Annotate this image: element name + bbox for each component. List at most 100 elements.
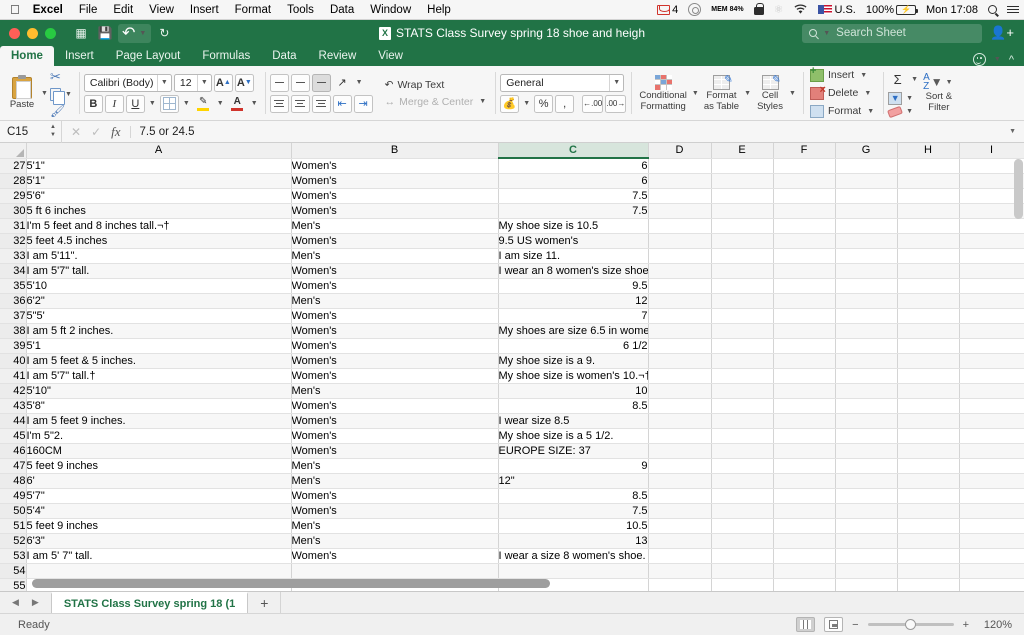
row-header[interactable]: 33	[0, 248, 27, 264]
cell-column-c[interactable]: 6 1/2	[497, 338, 649, 354]
cell-column-a[interactable]: 5"5'	[26, 308, 292, 324]
cell-column-c[interactable]: I wear a size 8 women's shoe.	[497, 548, 649, 564]
cell-column-h[interactable]	[897, 308, 960, 324]
cell-column-e[interactable]	[711, 293, 774, 309]
cell-column-a[interactable]: 6'3"	[26, 533, 292, 549]
table-row[interactable]: 53 I am 5' 7" tall. Women's I wear a size 8…	[0, 548, 1024, 564]
cut-scissors-icon[interactable]: ✂	[50, 69, 61, 85]
cell-column-g[interactable]	[835, 218, 898, 234]
cell-column-h[interactable]	[897, 173, 960, 189]
menu-format[interactable]: Format	[227, 4, 279, 16]
table-row[interactable]: 48 6' Men's 12"	[0, 473, 1024, 489]
table-row[interactable]: 54	[0, 563, 1024, 579]
cell-styles-caret[interactable]: ▼	[787, 90, 798, 97]
cell-column-a[interactable]: 5'1	[26, 338, 292, 354]
page-layout-view-button[interactable]	[824, 617, 844, 632]
notification-center-icon[interactable]	[1002, 5, 1024, 14]
conditional-formatting-button[interactable]: Conditional Formatting	[636, 74, 690, 113]
select-all-corner[interactable]	[0, 143, 27, 159]
table-row[interactable]: 40 I am 5 feet & 5 inches. Women's My shoe …	[0, 353, 1024, 369]
cell-column-b[interactable]: Women's	[291, 323, 499, 339]
bold-button[interactable]: B	[83, 94, 103, 113]
column-header-i[interactable]: I	[959, 143, 1024, 159]
paste-button[interactable]: Paste	[5, 74, 39, 111]
cell-column-f[interactable]	[773, 443, 836, 459]
cell-column-d[interactable]	[648, 383, 712, 399]
cell-column-b[interactable]: Women's	[291, 158, 499, 174]
tab-data[interactable]: Data	[261, 46, 307, 66]
name-box[interactable]: C15 ▲ ▼	[0, 120, 62, 143]
cell-column-b[interactable]: Men's	[291, 218, 499, 234]
tab-page-layout[interactable]: Page Layout	[105, 46, 192, 66]
cell-column-a[interactable]: 5'6"	[26, 188, 292, 204]
cell-column-d[interactable]	[648, 443, 712, 459]
cell-column-b[interactable]: Women's	[291, 443, 499, 459]
increase-font-size-button[interactable]: A ▲	[213, 73, 233, 92]
cell-column-e[interactable]	[711, 368, 774, 384]
merge-center-caret[interactable]: ▼	[477, 98, 488, 105]
font-color-button[interactable]: A	[228, 95, 247, 113]
table-row[interactable]: 45 I'm 5"2. Women's My shoe size is a 5 1/2…	[0, 428, 1024, 444]
cell-column-h[interactable]	[897, 488, 960, 504]
sheet-tab-active[interactable]: STATS Class Survey spring 18 (1	[50, 592, 249, 613]
cell-column-e[interactable]	[711, 473, 774, 489]
cell-column-f[interactable]	[773, 548, 836, 564]
cell-column-i[interactable]	[959, 308, 1024, 324]
cell-column-g[interactable]	[835, 578, 898, 591]
row-header[interactable]: 32	[0, 233, 27, 249]
percent-format-button[interactable]: %	[534, 94, 554, 113]
copy-icon[interactable]	[49, 87, 66, 105]
cell-column-d[interactable]	[648, 323, 712, 339]
cell-column-g[interactable]	[835, 383, 898, 399]
decrease-indent-button[interactable]: ⇤	[332, 94, 352, 113]
cell-column-g[interactable]	[835, 518, 898, 534]
add-sheet-button[interactable]: +	[248, 592, 282, 613]
cell-column-e[interactable]	[711, 458, 774, 474]
cell-column-b[interactable]: Women's	[291, 368, 499, 384]
cell-column-d[interactable]	[648, 518, 712, 534]
cell-column-g[interactable]	[835, 233, 898, 249]
sort-filter-button[interactable]: AZ ▼ ▼ Sort & Filter	[920, 72, 958, 114]
cell-column-d[interactable]	[648, 308, 712, 324]
cell-column-c[interactable]: My shoe size is a 9.	[497, 353, 649, 369]
cell-column-a[interactable]: 5'4"	[26, 503, 292, 519]
cell-column-b[interactable]: Men's	[291, 293, 499, 309]
row-header[interactable]: 31	[0, 218, 27, 234]
cell-column-e[interactable]	[711, 548, 774, 564]
cell-column-c[interactable]: 8.5	[497, 398, 649, 414]
cell-column-c[interactable]: My shoe size is 10.5	[497, 218, 649, 234]
cell-column-h[interactable]	[897, 353, 960, 369]
cell-column-h[interactable]	[897, 533, 960, 549]
cell-column-i[interactable]	[959, 218, 1024, 234]
cell-column-f[interactable]	[773, 578, 836, 591]
horizontal-scrollbar[interactable]	[32, 579, 550, 588]
cell-column-d[interactable]	[648, 428, 712, 444]
cell-column-i[interactable]	[959, 293, 1024, 309]
table-row[interactable]: 32 5 feet 4.5 inches Women's 9.5 US women's	[0, 233, 1024, 249]
italic-button[interactable]: I	[104, 94, 124, 113]
mail-status-item[interactable]: 4	[652, 4, 683, 16]
row-header[interactable]: 52	[0, 533, 27, 549]
cell-column-c[interactable]: EUROPE SIZE: 37	[497, 443, 649, 459]
cell-column-f[interactable]	[773, 188, 836, 204]
cell-column-a[interactable]: I am 5 ft 2 inches.	[26, 323, 292, 339]
table-row[interactable]: 27 5'1" Women's 6	[0, 158, 1024, 174]
cell-column-i[interactable]	[959, 278, 1024, 294]
cell-column-f[interactable]	[773, 278, 836, 294]
cell-column-a[interactable]: 5'10	[26, 278, 292, 294]
cell-column-c[interactable]: 10.5	[497, 518, 649, 534]
cell-column-c[interactable]: 7.5	[497, 188, 649, 204]
row-header[interactable]: 29	[0, 188, 27, 204]
cell-column-g[interactable]	[835, 428, 898, 444]
cell-column-c[interactable]: 13	[497, 533, 649, 549]
table-row[interactable]: 49 5'7" Women's 8.5	[0, 488, 1024, 504]
cell-column-i[interactable]	[959, 488, 1024, 504]
fill-caret[interactable]: ▼	[904, 95, 915, 102]
cell-column-g[interactable]	[835, 548, 898, 564]
spotlight-search-icon[interactable]	[983, 5, 1002, 14]
cell-column-e[interactable]	[711, 398, 774, 414]
cell-column-d[interactable]	[648, 458, 712, 474]
insert-function-icon[interactable]: fx	[111, 124, 120, 140]
clear-caret[interactable]: ▼	[904, 108, 915, 115]
zoom-in-button[interactable]: +	[963, 619, 969, 631]
